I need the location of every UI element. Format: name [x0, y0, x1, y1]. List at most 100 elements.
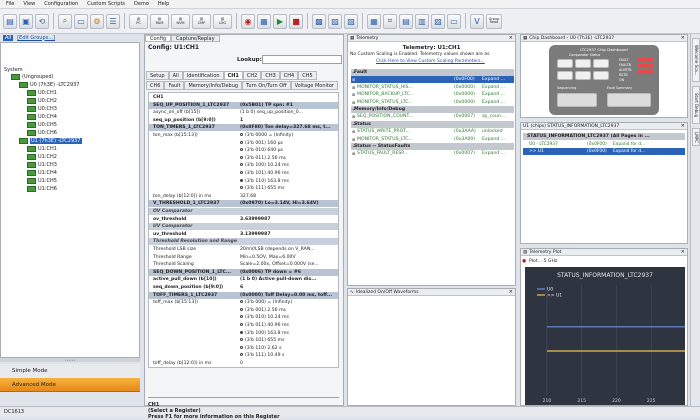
radio-button[interactable]	[240, 330, 243, 334]
expand-icon[interactable]: ⊞	[352, 113, 355, 120]
grid-icon[interactable]: ▤	[399, 13, 413, 29]
radio-button[interactable]	[240, 300, 243, 304]
telemetry-row[interactable]: ⊞ MONITOR_STATUS_HIS... (0x0000) Expand ...	[351, 84, 514, 91]
cpu-icon[interactable]: ▩	[312, 13, 326, 29]
radio-option-row[interactable]: ton_max (b[15:13]) (3'b 0000 = (Infinity)	[149, 132, 338, 139]
plot-toolbar-label[interactable]: Plot... 5 GHz	[529, 259, 557, 264]
telemetry-group-row[interactable]: − Status -- StatusFaults	[351, 143, 514, 150]
radio-button[interactable]	[240, 345, 243, 349]
tree-node-channel[interactable]: U0:CH4	[27, 114, 57, 120]
radio-button[interactable]	[240, 155, 243, 159]
menu-demo[interactable]: Demo	[134, 1, 149, 7]
chip-icon[interactable]: ▦	[257, 13, 271, 29]
radio-button[interactable]	[240, 163, 243, 167]
radio-button[interactable]	[240, 171, 243, 174]
telemetry-row[interactable]: ⊞ STATUS_WRITE_PROT... (0x3AAA) unlocked	[351, 128, 514, 135]
field-value[interactable]: (3'b 010) 10.24 ms	[240, 314, 289, 321]
register-field-row[interactable]: toff_delay (b[12:0]) in ms 0	[149, 360, 338, 367]
chip-write-button[interactable]: ▥ PC	[129, 13, 148, 29]
expand-icon[interactable]: ⊞	[352, 136, 355, 143]
monitor-icon[interactable]: ▭	[74, 13, 88, 29]
register-field-row[interactable]: uv_threshold 3.13999987	[149, 231, 338, 238]
radio-button[interactable]	[240, 307, 243, 311]
chip-read-button[interactable]: ▥ RAM	[150, 13, 169, 29]
register-section-row[interactable]: OV Comparator	[149, 208, 338, 215]
radio-option-row[interactable]: toff_max (b[15:13]) (3'b 000) = (Infinity…	[149, 299, 338, 306]
simple-mode-button[interactable]: Simple Mode	[0, 364, 140, 378]
telemetry-expand[interactable]: Expand ...	[482, 99, 505, 106]
clear-fault-icon[interactable]: ◉	[241, 13, 255, 29]
radio-button[interactable]	[240, 338, 243, 342]
telemetry-expand[interactable]: unlocked	[482, 128, 503, 135]
expand-icon[interactable]: ⊞	[352, 99, 355, 106]
register-header-row[interactable]: V_THRESHOLD_1_LTC2937 (0x0970) Lo=3.14V, …	[149, 200, 338, 208]
telemetry-expand[interactable]: Expand ...	[482, 76, 505, 83]
telemetry-expand[interactable]: Expand ...	[482, 84, 505, 91]
nvm-button[interactable]: ▥ NVM	[171, 13, 190, 29]
tab-capture-replay[interactable]: Capture/Replay	[171, 35, 220, 42]
telemetry-row[interactable]: ⊞ MONITOR_BACKUP_LTC... (0x0000) Expand ...	[351, 91, 514, 98]
tree-node-channel[interactable]: U1:CH1	[27, 146, 57, 152]
field-value[interactable]: (3'b 110) 163.8 ms	[240, 178, 289, 185]
field-value[interactable]: (3'b 0000 = (Infinity)	[240, 132, 293, 139]
search-icon[interactable]: ⌕	[58, 13, 72, 29]
chart-icon[interactable]: ▨	[431, 13, 445, 29]
side-tab-start-debug[interactable]: Start Debug	[692, 86, 700, 124]
status-row[interactable]: U0 - LTC2937 (0x0F00) Expand for d...	[523, 141, 685, 148]
radio-option-row[interactable]: (3'b 101) 655 ms	[149, 337, 338, 344]
v-icon[interactable]: V	[470, 13, 484, 29]
telemetry-row[interactable]: ⊞ (0x0F00) Expand ...	[351, 76, 514, 84]
radio-button[interactable]	[240, 353, 243, 357]
tab-identification[interactable]: Identification	[182, 71, 224, 80]
telemetry-group-row[interactable]: − Status	[351, 120, 514, 128]
field-value[interactable]: (3'b 111) 655 ms	[240, 185, 284, 192]
telemetry-row[interactable]: ⊞ MONITOR_STATUS_LTC... (0x3A00) Expand ...	[351, 136, 514, 143]
close-icon[interactable]: ×	[681, 123, 685, 129]
radio-button[interactable]	[240, 133, 243, 136]
tab-ch4[interactable]: CH4	[279, 71, 299, 80]
field-value[interactable]: (3'b 001) 160 µs	[240, 140, 283, 147]
tree-node-channel[interactable]: U0:CH6	[27, 130, 57, 136]
refresh-icon[interactable]: ⟲	[35, 13, 49, 29]
fault-log-button[interactable]: ▥ LOG	[213, 13, 232, 29]
telemetry-plot-tab[interactable]: ▨ Telemetry Plot ×	[521, 249, 687, 256]
tab-all[interactable]: All	[168, 71, 183, 80]
record-icon[interactable]: ●	[522, 259, 526, 264]
tree-node-channel[interactable]: U1:CH3	[27, 162, 57, 168]
register-section-row[interactable]: Threshold Resolution and Range	[149, 238, 338, 246]
expand-icon[interactable]: ⊞	[352, 91, 355, 98]
radio-button[interactable]	[240, 140, 243, 144]
chip-compare-button[interactable]: ▥ CMP	[192, 13, 211, 29]
radio-option-row[interactable]: (3'b 001) 160 µs	[149, 140, 338, 147]
radio-button[interactable]	[240, 315, 243, 319]
field-value[interactable]: (3'b 110) 2.62 s	[240, 345, 281, 352]
register-field-row[interactable]: ov_threshold 3.63999987	[149, 216, 338, 223]
field-value[interactable]: (3'b 010) 640 µs	[240, 147, 283, 154]
register-field-row[interactable]: Threshold Scaling Scale=2.00x, Offset=0.0…	[149, 261, 338, 268]
edit-groups-link[interactable]: [Edit Groups...]	[17, 35, 55, 41]
field-value[interactable]: (3'b 011) 2.56 ms	[240, 155, 286, 162]
radio-option-row[interactable]: (3'b 001) 2.56 ms	[149, 307, 338, 314]
register-field-row[interactable]: async_on_off (b[15]) (1 b 0) seq_up_posit…	[149, 109, 338, 116]
tab-fault[interactable]: Fault	[164, 81, 185, 90]
table-icon[interactable]: ▥	[415, 13, 429, 29]
tab-ch2[interactable]: CH2	[242, 71, 262, 80]
register-header-row[interactable]: TOFF_TIMERS_1_LTC2937 (0x0000) Toff Delay…	[149, 291, 338, 299]
tab-setup[interactable]: Setup	[146, 71, 169, 80]
register-field-row[interactable]: ton_delay (b[12:0]) in ms 327.68	[149, 193, 338, 200]
tab-memory-info-debug[interactable]: Memory/Info/Debug	[184, 81, 243, 90]
power-off-icon[interactable]: ■	[289, 13, 303, 29]
tree-node-channel[interactable]: U1:CH6	[27, 186, 57, 192]
field-value[interactable]: (3'b 100) 163.8 ms	[240, 330, 289, 337]
telemetry-expand[interactable]: Expand ...	[482, 150, 505, 157]
tree-node-ungrouped[interactable]: (Ungrouped)	[11, 74, 54, 80]
radio-option-row[interactable]: (3'b 110) 2.62 s	[149, 345, 338, 352]
waveforms-tab[interactable]: ∿ Idealized On/Off Waveforms ×	[348, 289, 515, 296]
tree-node-channel[interactable]: U1:CH4	[27, 170, 57, 176]
telemetry-row[interactable]: ⊞ SEQ_POSITION_COUNT... (0x0007) sp_coun...	[351, 113, 514, 120]
field-value[interactable]: (3'b 111) 10.49 s	[240, 352, 284, 359]
status-information-tab[interactable]: U1 (chips) STATUS_INFORMATION_LTC2937 ×	[521, 123, 687, 130]
register-field-row[interactable]: seq_up_position (b[9:0]) 1	[149, 117, 338, 124]
menu-view[interactable]: View	[23, 1, 35, 7]
telemetry-expand[interactable]: Expand ...	[482, 91, 505, 98]
